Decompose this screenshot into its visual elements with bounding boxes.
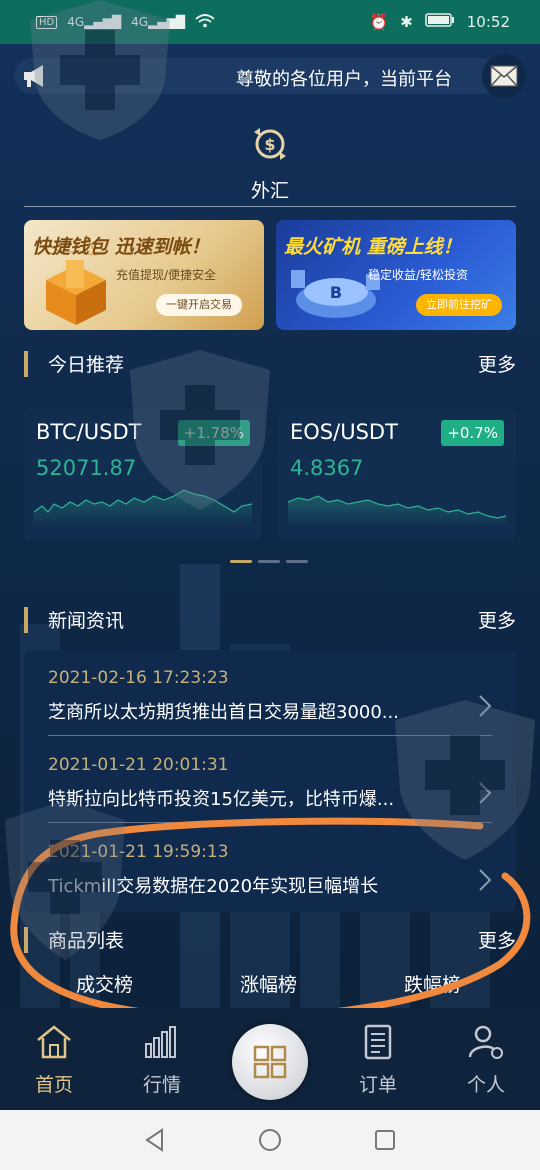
tab-label: 行情 bbox=[142, 1074, 181, 1096]
sparkline-chart bbox=[34, 489, 252, 528]
recommend-more-link[interactable]: 更多 bbox=[478, 350, 516, 377]
news-date: 2021-01-21 20:01:31 bbox=[48, 755, 229, 775]
banner-headline: 快捷钱包 迅速到帐！ bbox=[32, 236, 210, 258]
news-more-link[interactable]: 更多 bbox=[478, 606, 516, 633]
status-bar: HD 4G▂▄▆█ 4G▂▄▆█ ⏰ ✱ 10:52 bbox=[0, 0, 540, 44]
svg-text:$: $ bbox=[264, 135, 275, 154]
news-title: 特斯拉向比特币投资15亿美元，比特币爆... bbox=[48, 789, 395, 810]
carousel-dot bbox=[286, 560, 308, 563]
news-title: 芝商所以太坊期货推出首日交易量超3000... bbox=[48, 702, 399, 723]
section-title: 商品列表 bbox=[48, 930, 125, 952]
ticker-card-eos[interactable]: EOS/USDT +0.7% 4.8367 bbox=[278, 408, 516, 540]
recents-square-icon[interactable] bbox=[372, 1127, 398, 1153]
order-document-icon bbox=[364, 1024, 392, 1060]
section-accent-bar bbox=[24, 351, 28, 377]
news-section-header: 新闻资讯 更多 bbox=[24, 604, 516, 634]
news-date: 2021-02-16 17:23:23 bbox=[48, 668, 229, 688]
bottom-tab-bar: 首页 行情 订单 个人 bbox=[0, 1008, 540, 1110]
tab-home[interactable]: 首页 bbox=[14, 1024, 94, 1097]
forex-label: 外汇 bbox=[250, 180, 289, 202]
announcement-marquee[interactable]: 尊敬的各位用户，当前平台 bbox=[14, 54, 526, 98]
tab-volume-ranking[interactable]: 成交榜 bbox=[76, 970, 133, 997]
mail-icon[interactable] bbox=[482, 54, 526, 98]
signal-4g-icon-2: 4G▂▄▆█ bbox=[131, 15, 185, 29]
news-date: 2021-01-21 19:59:13 bbox=[48, 842, 229, 862]
alarm-icon: ⏰ bbox=[369, 13, 389, 31]
tab-market[interactable]: 行情 bbox=[122, 1024, 202, 1097]
home-icon bbox=[37, 1025, 71, 1059]
news-list: 2021-02-16 17:23:23 芝商所以太坊期货推出首日交易量超3000… bbox=[24, 650, 516, 912]
section-accent-bar bbox=[24, 927, 28, 953]
divider bbox=[24, 206, 516, 207]
tab-label: 订单 bbox=[358, 1074, 397, 1096]
mining-promo-banner[interactable]: B 最火矿机 重磅上线！ 稳定收益/轻松投资 立即前往挖矿 bbox=[276, 220, 516, 330]
chevron-right-icon bbox=[479, 782, 492, 804]
forex-category-button[interactable]: $ 外汇 bbox=[230, 124, 310, 203]
user-settings-icon bbox=[468, 1025, 503, 1059]
megaphone-icon bbox=[18, 58, 54, 94]
status-time: 10:52 bbox=[466, 13, 510, 31]
news-item[interactable]: 2021-02-16 17:23:23 芝商所以太坊期货推出首日交易量超3000… bbox=[24, 650, 516, 736]
announcement-text: 尊敬的各位用户，当前平台 bbox=[236, 69, 452, 90]
market-chart-icon bbox=[145, 1026, 176, 1058]
products-section-header: 商品列表 更多 bbox=[24, 924, 516, 954]
banner-subtitle: 稳定收益/轻松投资 bbox=[368, 268, 469, 282]
divider bbox=[48, 735, 492, 736]
tab-profile[interactable]: 个人 bbox=[446, 1024, 526, 1097]
banner-subtitle: 充值提现/便捷安全 bbox=[116, 268, 217, 282]
news-item[interactable]: 2021-01-21 19:59:13 Tickmill交易数据在2020年实现… bbox=[24, 824, 516, 910]
recommend-section-header: 今日推荐 更多 bbox=[24, 348, 516, 378]
carousel-dot-active bbox=[230, 560, 252, 563]
news-item[interactable]: 2021-01-21 20:01:31 特斯拉向比特币投资15亿美元，比特币爆.… bbox=[24, 737, 516, 823]
back-triangle-icon[interactable] bbox=[142, 1127, 168, 1153]
hd-icon: HD bbox=[36, 15, 58, 29]
chevron-right-icon bbox=[479, 869, 492, 891]
section-title: 新闻资讯 bbox=[48, 610, 125, 632]
ticker-price: 4.8367 bbox=[290, 456, 364, 480]
tab-losers-ranking[interactable]: 跌幅榜 bbox=[404, 970, 461, 997]
system-navigation-bar bbox=[0, 1110, 540, 1170]
tab-label: 个人 bbox=[466, 1074, 505, 1096]
home-circle-icon[interactable] bbox=[257, 1127, 283, 1153]
tab-gainers-ranking[interactable]: 涨幅榜 bbox=[240, 970, 297, 997]
ticker-pair: EOS/USDT bbox=[290, 420, 398, 444]
bluetooth-icon: ✱ bbox=[400, 13, 413, 31]
tab-label: 首页 bbox=[34, 1074, 73, 1096]
carousel-dot bbox=[258, 560, 280, 563]
wifi-icon bbox=[195, 13, 215, 31]
products-more-link[interactable]: 更多 bbox=[478, 926, 516, 953]
chevron-right-icon bbox=[479, 695, 492, 717]
signal-4g-icon: 4G▂▄▆█ bbox=[67, 15, 122, 29]
center-menu-button[interactable] bbox=[232, 1024, 308, 1100]
banner-headline: 最火矿机 重磅上线！ bbox=[284, 236, 462, 258]
wallet-promo-banner[interactable]: 快捷钱包 迅速到帐！ 充值提现/便捷安全 一键开启交易 bbox=[24, 220, 264, 330]
product-ranking-tabs: 成交榜 涨幅榜 跌幅榜 bbox=[0, 970, 540, 1000]
start-trading-button[interactable]: 一键开启交易 bbox=[156, 294, 242, 316]
change-badge: +0.7% bbox=[441, 420, 504, 446]
ticker-price: 52071.87 bbox=[36, 456, 137, 480]
battery-icon bbox=[425, 13, 455, 31]
section-title: 今日推荐 bbox=[48, 354, 125, 376]
ticker-pair: BTC/USDT bbox=[36, 420, 142, 444]
go-mining-button[interactable]: 立即前往挖矿 bbox=[416, 294, 502, 316]
change-badge: +1.78% bbox=[177, 420, 250, 446]
section-accent-bar bbox=[24, 607, 28, 633]
status-icons-right: ⏰ ✱ 10:52 bbox=[370, 13, 511, 31]
sparkline-chart bbox=[288, 495, 506, 528]
carousel-indicator bbox=[230, 560, 310, 564]
ticker-card-btc[interactable]: BTC/USDT +1.78% 52071.87 bbox=[24, 408, 262, 540]
forex-exchange-icon: $ bbox=[254, 128, 286, 160]
news-title: Tickmill交易数据在2020年实现巨幅增长 bbox=[48, 876, 379, 897]
status-icons-left: HD 4G▂▄▆█ 4G▂▄▆█ bbox=[36, 13, 215, 31]
grid-menu-icon bbox=[253, 1045, 287, 1079]
divider bbox=[48, 822, 492, 823]
home-screen: 尊敬的各位用户，当前平台 $ 外汇 快捷钱包 迅速到帐！ 充值提现/便捷安全 一… bbox=[0, 44, 540, 1110]
svg-text:B: B bbox=[330, 283, 342, 302]
tab-orders[interactable]: 订单 bbox=[338, 1024, 418, 1097]
